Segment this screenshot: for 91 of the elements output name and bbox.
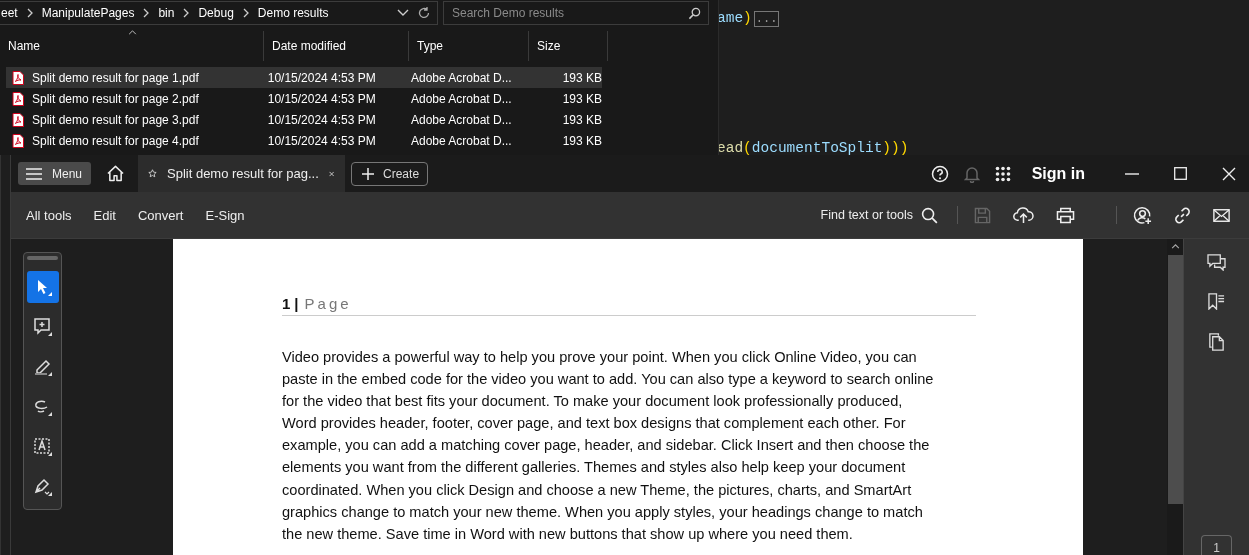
select-tool-button[interactable]	[26, 271, 59, 303]
breadcrumb-item[interactable]: bin	[158, 6, 175, 20]
file-row[interactable]: Split demo result for page 2.pdf 10/15/2024 4:53 PM Adobe Acrobat D... 193 KB	[6, 88, 602, 109]
freehand-icon	[32, 397, 53, 417]
highlighter-icon	[32, 357, 53, 377]
breadcrumb-item[interactable]: ManipulatePages	[41, 6, 135, 20]
body-paragraph: Video provides a powerful way to help you prove your point. When you click Online Video, you can paste in the embed code for the video you want to add. You can also type a keyword to search online for the video that best fits your document. To make your document look professionally produced, Word provides header, footer, cover page, and text box designs that complement each other. For example, you can add a matching cover page, header, and sidebar. Click Insert and then choose the elements you want from the different galleries. Themes and styles also help keep your document coordinated. When you click Design and choose a new Theme, the pictures, charts, and SmartArt graphics change to match your new theme. When you apply styles, your headings change to match the new theme. Save time in Word with new buttons that show up where you need them.	[282, 348, 935, 544]
menu-icon	[26, 167, 42, 180]
toolbar-menu-item[interactable]: E-Sign	[198, 203, 252, 227]
document-tab[interactable]: Split demo result for pag...	[138, 155, 346, 192]
type-cell-text: Adobe Acrobat D...	[410, 70, 513, 85]
tab-title: Split demo result for pag...	[167, 166, 319, 181]
create-button[interactable]: Create	[351, 161, 429, 186]
code-token: ...	[753, 11, 780, 27]
breadcrumb-item[interactable]: eet	[1, 6, 18, 20]
print-icon[interactable]	[1056, 206, 1075, 224]
chevron-down-icon[interactable]	[397, 9, 409, 17]
search-field[interactable]: Search Demo results	[443, 1, 709, 25]
minimize-icon[interactable]	[1125, 172, 1139, 175]
scroll-up-icon[interactable]	[1170, 244, 1180, 249]
bookmark-icon[interactable]	[1207, 293, 1226, 310]
size-cell-text: 193 KB	[561, 133, 602, 148]
chevron-right-icon	[182, 8, 191, 18]
close-icon[interactable]	[1222, 166, 1236, 181]
comment-plus-icon	[32, 317, 53, 337]
column-header[interactable]: Type	[409, 31, 529, 61]
pages-icon[interactable]	[1207, 332, 1226, 351]
address-bar[interactable]: eet ManipulatePages bin Debug Demo results	[0, 1, 438, 25]
page-number-text: 1	[282, 295, 291, 312]
pdf-file-icon	[12, 70, 24, 85]
page-number-indicator[interactable]: 1	[1201, 535, 1232, 555]
sort-caret-icon	[128, 30, 137, 35]
chevron-right-icon	[142, 8, 151, 18]
size-cell-text: 193 KB	[561, 112, 602, 127]
apps-grid-icon[interactable]	[994, 165, 1011, 182]
search-icon	[688, 7, 701, 20]
sign-in-button[interactable]: Sign in	[1031, 164, 1085, 183]
size-cell-text: 193 KB	[561, 91, 602, 106]
pen-nib-icon	[32, 477, 53, 497]
size-cell-text: 193 KB	[561, 70, 602, 85]
link-icon[interactable]	[1174, 206, 1191, 224]
search-icon	[921, 206, 938, 224]
type-cell-text: Adobe Acrobat D...	[410, 91, 513, 106]
toolbar-menu-item[interactable]: Edit	[86, 203, 123, 227]
toolbar-menu-item[interactable]: All tools	[19, 203, 79, 227]
pdf-file-icon	[12, 133, 24, 148]
header-separator: |	[294, 295, 299, 312]
help-icon[interactable]	[930, 164, 949, 183]
column-header[interactable]: Name	[0, 31, 264, 61]
find-button[interactable]: Find text or tools	[820, 206, 938, 224]
file-name: Split demo result for page 4.pdf	[32, 133, 199, 148]
date-cell-text: 10/15/2024 4:53 PM	[267, 112, 377, 127]
code-token: ead	[717, 140, 744, 156]
text-box-icon	[32, 437, 53, 457]
chevron-right-icon	[25, 8, 34, 18]
comments-icon[interactable]	[1207, 254, 1226, 271]
page-label: Page	[304, 295, 352, 312]
file-name: Split demo result for page 2.pdf	[32, 91, 199, 106]
toolbar-menu-item[interactable]: Convert	[130, 203, 191, 227]
home-icon[interactable]	[106, 165, 126, 182]
file-row[interactable]: Split demo result for page 1.pdf 10/15/2024 4:53 PM Adobe Acrobat D... 193 KB	[6, 67, 602, 88]
code-token: documentToSplit	[751, 140, 883, 156]
refresh-icon[interactable]	[417, 6, 431, 20]
file-name: Split demo result for page 3.pdf	[32, 112, 199, 127]
column-header[interactable]: Date modified	[264, 31, 409, 61]
bell-icon[interactable]	[963, 164, 980, 183]
code-token: )))	[882, 140, 909, 156]
date-cell-text: 10/15/2024 4:53 PM	[267, 133, 377, 148]
pdf-file-icon	[12, 91, 24, 106]
chevron-right-icon	[241, 8, 250, 18]
code-token: (	[743, 140, 752, 156]
type-cell-text: Adobe Acrobat D...	[410, 112, 513, 127]
code-token: )	[743, 10, 752, 26]
code-token: ame	[717, 10, 744, 26]
add-person-icon[interactable]	[1133, 205, 1152, 225]
column-header[interactable]: Size	[529, 31, 608, 61]
file-name: Split demo result for page 1.pdf	[32, 70, 199, 85]
file-row[interactable]: Split demo result for page 3.pdf 10/15/2024 4:53 PM Adobe Acrobat D... 193 KB	[6, 109, 602, 130]
pdf-file-icon	[12, 112, 24, 127]
maximize-icon[interactable]	[1174, 167, 1187, 180]
mail-icon[interactable]	[1213, 208, 1230, 222]
scrollbar[interactable]	[1167, 239, 1183, 555]
date-cell-text: 10/15/2024 4:53 PM	[267, 70, 377, 85]
breadcrumb-item[interactable]: Debug	[198, 6, 234, 20]
cloud-upload-icon[interactable]	[1013, 206, 1034, 224]
plus-icon	[362, 167, 375, 180]
type-cell-text: Adobe Acrobat D...	[410, 133, 513, 148]
menu-button[interactable]: Menu	[18, 162, 92, 185]
date-cell-text: 10/15/2024 4:53 PM	[267, 91, 377, 106]
breadcrumb-item[interactable]: Demo results	[257, 6, 329, 20]
file-row[interactable]: Split demo result for page 4.pdf 10/15/2024 4:53 PM Adobe Acrobat D... 193 KB	[6, 130, 602, 151]
